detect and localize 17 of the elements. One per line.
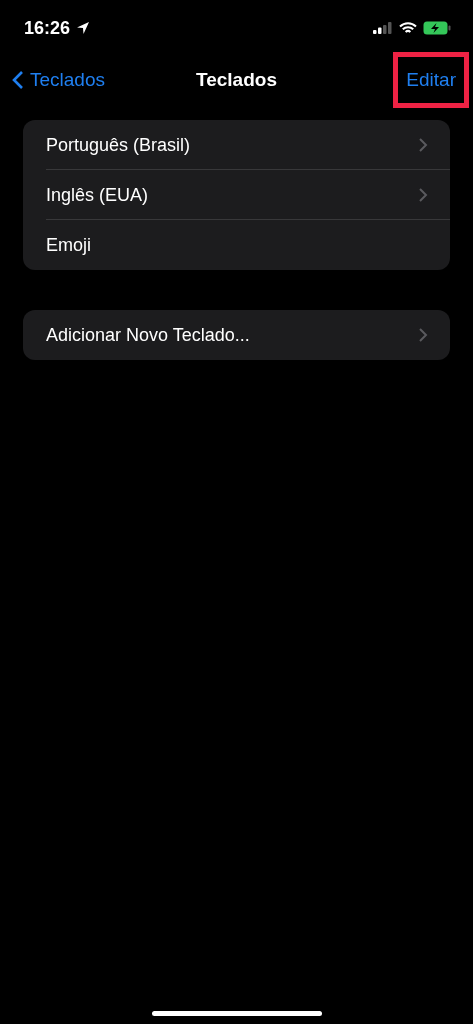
edit-button[interactable]: Editar (393, 52, 469, 108)
keyboard-row[interactable]: Inglês (EUA) (23, 170, 450, 220)
signal-icon (373, 22, 393, 34)
page-title: Teclados (196, 69, 277, 91)
keyboard-row[interactable]: Emoji (23, 220, 450, 270)
back-chevron-icon (12, 70, 24, 90)
wifi-icon (399, 21, 417, 35)
row-label: Inglês (EUA) (46, 184, 149, 206)
row-label: Adicionar Novo Teclado... (46, 324, 250, 346)
location-arrow-icon (76, 21, 91, 35)
keyboard-row[interactable]: Português (Brasil) (23, 120, 450, 170)
row-label: Emoji (46, 234, 91, 256)
clock-time: 16:26 (24, 17, 71, 39)
row-label: Português (Brasil) (46, 134, 191, 156)
keyboard-row[interactable]: Adicionar Novo Teclado... (23, 310, 450, 360)
back-button[interactable]: Teclados (12, 69, 105, 91)
battery-charging-icon (423, 21, 451, 35)
